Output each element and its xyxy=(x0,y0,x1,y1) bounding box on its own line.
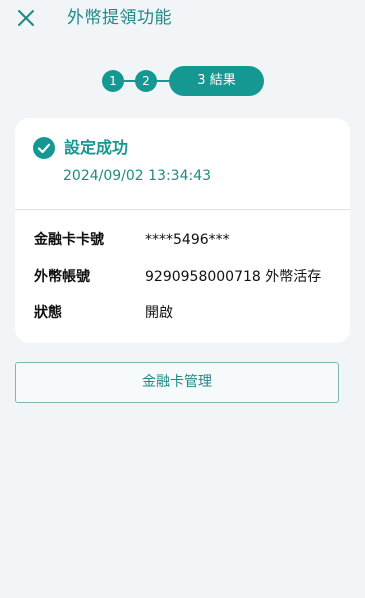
result-title: 設定成功 xyxy=(64,138,129,157)
account-number-value: 9290958000718 外幣活存 xyxy=(145,269,322,285)
divider xyxy=(15,209,350,210)
header-bar: 外幣提領功能 xyxy=(0,0,365,40)
close-icon xyxy=(18,10,34,26)
progress-stepper: 1 2 3 結果 xyxy=(101,66,264,96)
check-circle-icon xyxy=(33,137,55,159)
card-number-label: 金融卡卡號 xyxy=(34,232,104,248)
step-1: 1 xyxy=(102,70,124,92)
card-management-button[interactable]: 金融卡管理 xyxy=(15,362,339,403)
close-button[interactable] xyxy=(15,7,37,29)
result-datetime: 2024/09/02 13:34:43 xyxy=(63,168,212,184)
account-number-label: 外幣帳號 xyxy=(34,269,90,285)
card-number-value: ****5496*** xyxy=(145,232,230,248)
step-2: 2 xyxy=(135,70,157,92)
step-3-current: 3 結果 xyxy=(169,66,264,96)
result-card: 設定成功 2024/09/02 13:34:43 金融卡卡號 ****5496*… xyxy=(15,118,350,343)
status-value: 開啟 xyxy=(145,305,173,321)
status-label: 狀態 xyxy=(34,305,62,321)
page-title: 外幣提領功能 xyxy=(67,8,172,28)
